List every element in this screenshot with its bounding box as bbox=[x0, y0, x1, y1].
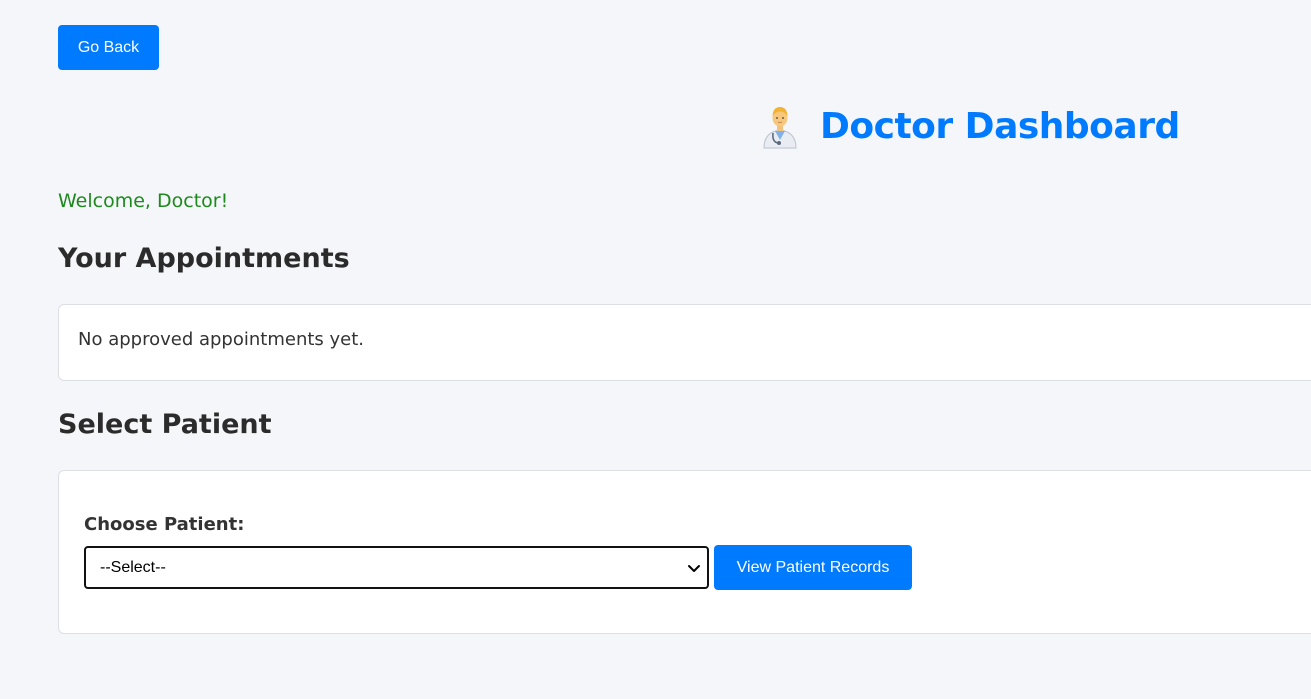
empty-appointments-message: No approved appointments yet. bbox=[78, 329, 365, 350]
welcome-message: Welcome, Doctor! bbox=[58, 190, 229, 212]
page-header: Doctor Dashboard bbox=[760, 100, 1180, 152]
view-patient-records-button[interactable]: View Patient Records bbox=[714, 545, 912, 590]
patient-select-value: --Select-- bbox=[100, 558, 166, 576]
doctor-dashboard-page: Go Back Doctor Dashboard Welcome, Doctor… bbox=[0, 0, 1311, 699]
select-patient-card: Choose Patient: --Select-- View Patient … bbox=[58, 470, 1311, 634]
go-back-button[interactable]: Go Back bbox=[58, 25, 159, 70]
patient-select[interactable]: --Select-- bbox=[84, 546, 709, 589]
appointments-card: No approved appointments yet. bbox=[58, 304, 1311, 381]
select-patient-heading: Select Patient bbox=[58, 409, 272, 440]
page-title: Doctor Dashboard bbox=[820, 105, 1180, 147]
appointments-heading: Your Appointments bbox=[58, 243, 350, 274]
chevron-down-icon bbox=[688, 564, 700, 572]
choose-patient-label: Choose Patient: bbox=[84, 514, 245, 535]
doctor-icon bbox=[760, 102, 800, 150]
